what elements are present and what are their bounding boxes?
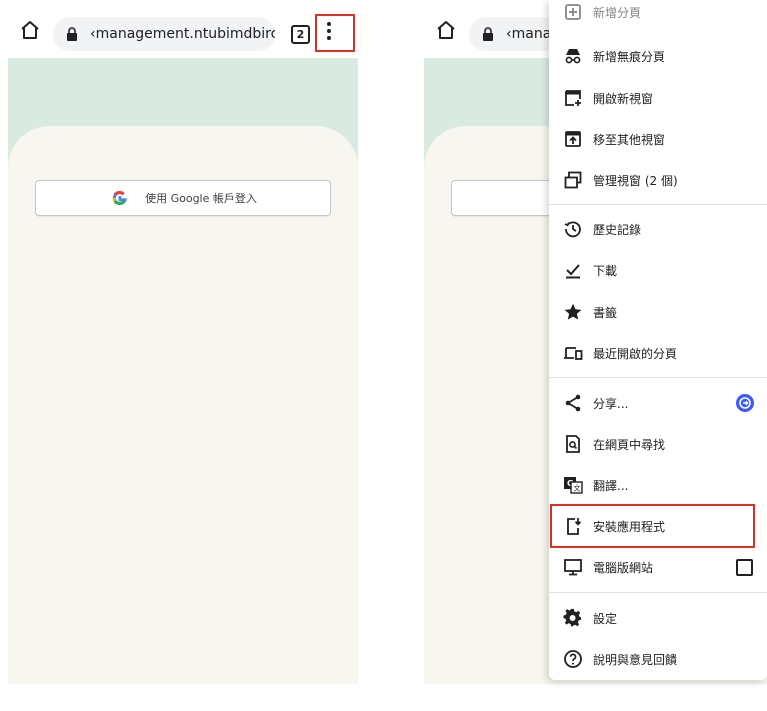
menu-item-label: 書籤 — [593, 305, 618, 320]
menu-item-label: 電腦版網站 — [593, 560, 654, 575]
url-text: ‹management.ntubimdbirc.tw — [90, 26, 275, 42]
history-icon — [564, 221, 581, 238]
menu-item-new-tab[interactable]: 新增分頁 — [549, 0, 767, 30]
star-icon — [564, 303, 582, 320]
menu-item-label: 管理視窗 (2 個) — [593, 173, 678, 188]
move-window-icon — [565, 131, 581, 147]
menu-item-label: 最近開啟的分頁 — [593, 346, 678, 361]
menu-item-downloads[interactable]: 下載 — [549, 252, 767, 288]
help-icon — [564, 650, 582, 668]
menu-item-manage-windows[interactable]: 管理視窗 (2 個) — [549, 162, 767, 198]
menu-item-label: 在網頁中尋找 — [593, 437, 666, 452]
menu-item-help-feedback[interactable]: 說明與意見回饋 — [549, 641, 767, 677]
google-signin-button[interactable]: 使用 Google 帳戶登入 — [35, 180, 331, 216]
highlight-box-install-app — [550, 504, 755, 548]
menu-divider — [549, 377, 767, 378]
browser-toolbar: ‹management.ntubimdbirc.tw 2 — [8, 0, 358, 58]
left-browser-screen: ‹management.ntubimdbirc.tw 2 使用 Google 帳… — [8, 0, 358, 684]
address-bar[interactable]: ‹management.ntubimdbirc.tw — [53, 17, 275, 51]
share-target-app-icon[interactable] — [735, 393, 755, 413]
manage-windows-icon — [564, 171, 582, 189]
new-tab-icon — [565, 4, 581, 20]
recent-tabs-icon — [564, 347, 583, 360]
menu-item-new-window[interactable]: 開啟新視窗 — [549, 80, 767, 116]
share-icon — [565, 394, 581, 412]
menu-item-label: 新增分頁 — [593, 5, 642, 20]
menu-item-label: 分享... — [593, 396, 629, 411]
google-logo-icon — [112, 191, 128, 206]
tab-switcher-button[interactable]: 2 — [291, 25, 310, 44]
menu-item-bookmarks[interactable]: 書籤 — [549, 294, 767, 330]
download-icon — [566, 264, 580, 279]
menu-item-find-in-page[interactable]: 在網頁中尋找 — [549, 426, 767, 462]
incognito-icon — [565, 49, 581, 64]
translate-icon: G文 — [564, 477, 583, 494]
svg-text:文: 文 — [574, 484, 581, 493]
menu-item-new-incognito-tab[interactable]: 新增無痕分頁 — [549, 38, 767, 74]
new-window-icon — [565, 90, 581, 106]
menu-item-label: 設定 — [593, 611, 618, 626]
menu-item-label: 說明與意見回饋 — [593, 652, 678, 667]
menu-item-translate[interactable]: G文 翻譯... — [549, 467, 767, 503]
menu-item-label: 開啟新視窗 — [593, 91, 654, 106]
chrome-overflow-menu: 新增分頁 新增無痕分頁 開啟新視窗 移至其他視窗 管理視窗 (2 個) 歷史記錄… — [549, 0, 767, 680]
menu-item-history[interactable]: 歷史記錄 — [549, 211, 767, 247]
desktop-site-checkbox[interactable] — [736, 558, 753, 576]
menu-divider — [549, 204, 767, 205]
menu-item-label: 翻譯... — [593, 478, 629, 493]
menu-item-desktop-site[interactable]: 電腦版網站 — [549, 549, 767, 585]
gear-icon — [563, 608, 582, 627]
desktop-icon — [564, 559, 582, 576]
lock-icon — [67, 27, 77, 41]
menu-divider — [549, 592, 767, 593]
menu-item-recent-tabs[interactable]: 最近開啟的分頁 — [549, 335, 767, 371]
menu-item-move-to-other-window[interactable]: 移至其他視窗 — [549, 121, 767, 157]
lock-icon — [483, 27, 493, 41]
highlight-box-menu-button — [315, 14, 355, 52]
menu-item-label: 下載 — [593, 263, 618, 278]
home-icon[interactable] — [18, 18, 42, 42]
menu-item-label: 新增無痕分頁 — [593, 49, 666, 64]
find-in-page-icon — [566, 435, 580, 453]
menu-item-label: 移至其他視窗 — [593, 132, 666, 147]
menu-item-share[interactable]: 分享... — [549, 385, 767, 421]
home-icon[interactable] — [434, 18, 458, 42]
menu-item-settings[interactable]: 設定 — [549, 600, 767, 636]
menu-item-label: 歷史記錄 — [593, 222, 642, 237]
google-signin-label: 使用 Google 帳戶登入 — [145, 192, 257, 205]
